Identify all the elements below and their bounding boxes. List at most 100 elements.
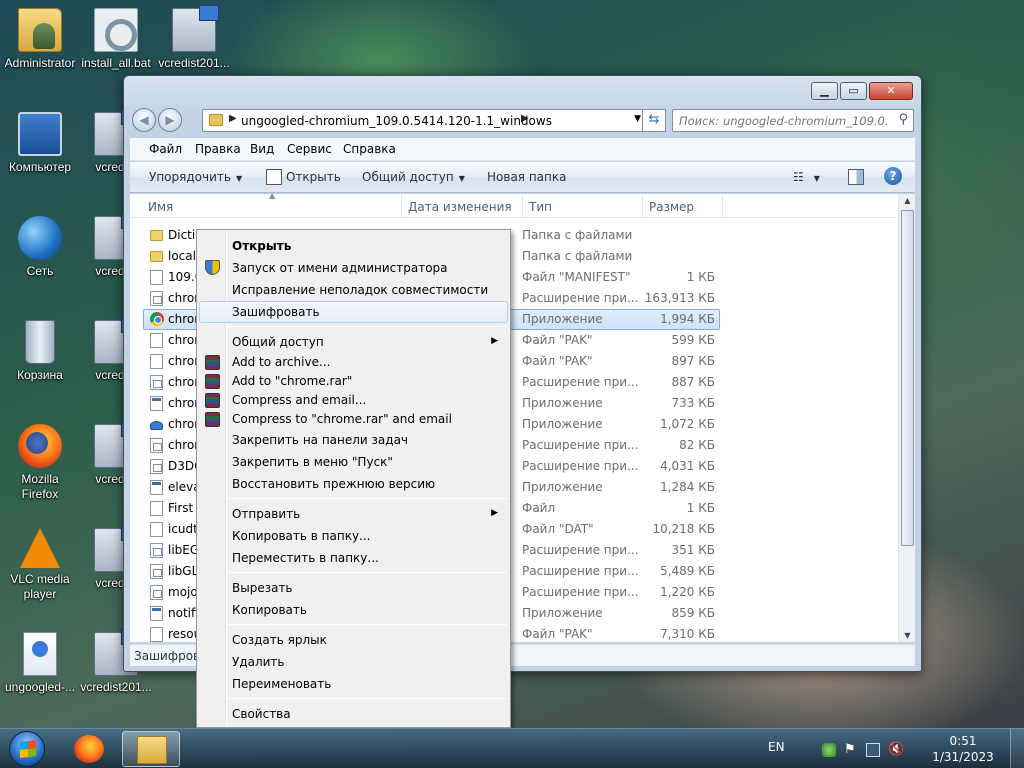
volume-muted-icon[interactable]: 🔇 xyxy=(888,743,904,757)
menu-bar: Файл Правка Вид Сервис Справка xyxy=(130,138,915,161)
file-type: Файл "MANIFEST" xyxy=(522,270,631,284)
context-menu-item[interactable]: Compress to "chrome.rar" and email xyxy=(199,410,508,429)
file-type: Приложение xyxy=(522,606,603,620)
file-size: 1 КБ xyxy=(686,501,715,515)
desktop-icon-vcredist[interactable]: vcredist201... xyxy=(154,5,234,71)
column-header-date[interactable]: Дата изменения xyxy=(408,200,512,214)
share-label: Общий доступ xyxy=(362,170,454,184)
taskbar-explorer[interactable] xyxy=(122,731,180,767)
maximize-button[interactable]: ▭ xyxy=(840,82,867,100)
desktop-icon-administrator[interactable]: Administrator xyxy=(0,8,80,71)
organize-button[interactable]: Упорядочить ▼ xyxy=(149,170,242,184)
winrar-icon xyxy=(205,374,220,389)
context-menu-item[interactable]: Отправить ▶ xyxy=(199,503,508,525)
column-header-type[interactable]: Тип xyxy=(529,200,552,214)
maximize-icon: ▭ xyxy=(848,84,859,97)
desktop-icon-label: Корзина xyxy=(17,368,63,382)
help-icon[interactable]: ? xyxy=(884,167,902,185)
open-button[interactable]: Открыть xyxy=(286,170,341,184)
scrollbar-thumb[interactable] xyxy=(901,210,914,546)
desktop-icon-install-all[interactable]: install_all.bat xyxy=(76,8,156,71)
context-menu-item[interactable]: Зашифровать xyxy=(199,301,508,323)
scroll-down-icon[interactable]: ▼ xyxy=(899,631,916,640)
context-menu-item[interactable]: Свойства xyxy=(199,703,508,725)
context-menu-item[interactable]: Закрепить на панели задач xyxy=(199,429,508,451)
share-button[interactable]: Общий доступ ▼ xyxy=(362,170,465,184)
context-menu-item[interactable]: Восстановить прежнюю версию xyxy=(199,473,508,495)
breadcrumb-separator-icon[interactable]: ▶ xyxy=(521,113,529,124)
context-menu-item[interactable]: Копировать xyxy=(199,599,508,621)
close-button[interactable]: ✕ xyxy=(869,82,913,100)
menu-edit[interactable]: Правка xyxy=(195,142,241,156)
desktop-icon-network[interactable]: Сеть xyxy=(0,216,80,279)
context-menu-item[interactable]: Переместить в папку... xyxy=(199,547,508,569)
back-button[interactable]: ◀ xyxy=(132,108,156,132)
context-menu-item[interactable]: Копировать в папку... xyxy=(199,525,508,547)
menu-help[interactable]: Справка xyxy=(343,142,396,156)
view-options-button[interactable]: ☷ ▼ xyxy=(793,170,820,184)
desktop-icon-computer[interactable]: Компьютер xyxy=(0,112,80,175)
winrar-icon xyxy=(205,412,220,427)
view-list-icon: ☷ xyxy=(793,170,804,184)
show-desktop-button[interactable] xyxy=(1010,729,1024,768)
minimize-button[interactable]: ▁ xyxy=(811,82,838,100)
desktop-icon-recycle-bin[interactable]: Корзина xyxy=(0,320,80,383)
desktop-icon-label: install_all.bat xyxy=(81,56,151,70)
context-menu-item[interactable]: Удалить xyxy=(199,651,508,673)
context-menu-item[interactable]: Создать ярлык xyxy=(199,629,508,651)
new-folder-button[interactable]: Новая папка xyxy=(487,170,566,184)
context-menu-item[interactable]: Открыть xyxy=(199,235,508,257)
desktop-icon-firefox[interactable]: Mozilla Firefox xyxy=(0,424,80,502)
clock-date: 1/31/2023 xyxy=(932,750,994,764)
address-dropdown-icon[interactable]: ▼ xyxy=(634,114,641,124)
context-menu-item-label: Восстановить прежнюю версию xyxy=(232,477,436,491)
explorer-folder-icon xyxy=(137,736,167,764)
column-header-size[interactable]: Размер xyxy=(649,200,694,214)
desktop-icon-label: vcredist201... xyxy=(80,680,152,694)
context-menu-item[interactable]: Add to archive... xyxy=(199,353,508,372)
column-header-name[interactable]: Имя xyxy=(148,200,173,214)
firefox-icon xyxy=(74,735,104,763)
network-tray-icon[interactable] xyxy=(866,743,880,757)
menu-file[interactable]: Файл xyxy=(149,142,182,156)
start-button[interactable] xyxy=(5,729,49,768)
winrar-icon xyxy=(205,393,220,408)
context-menu-item-label: Копировать xyxy=(232,603,307,617)
context-menu-item[interactable]: Закрепить в меню "Пуск" xyxy=(199,451,508,473)
context-menu-item-label: Закрепить в меню "Пуск" xyxy=(232,455,393,469)
file-name: mojo xyxy=(168,585,198,599)
preview-pane-icon[interactable] xyxy=(848,169,864,185)
flag-icon[interactable]: ⚑ xyxy=(844,743,858,757)
context-menu-item[interactable]: Исправление неполадок совместимости xyxy=(199,279,508,301)
context-menu-item[interactable]: Переименовать xyxy=(199,673,508,695)
context-menu-item[interactable]: Вырезать xyxy=(199,577,508,599)
user-folder-icon xyxy=(18,8,62,52)
desktop-icon-ungoogled[interactable]: ungoogled-... xyxy=(0,632,80,695)
context-menu-item[interactable]: Запуск от имени администратора xyxy=(199,257,508,279)
refresh-button[interactable]: ⇆ xyxy=(642,109,666,132)
taskbar-firefox[interactable] xyxy=(60,731,118,767)
close-icon: ✕ xyxy=(886,84,896,97)
file-name: libGL xyxy=(168,564,199,578)
vertical-scrollbar[interactable]: ▲ ▼ xyxy=(898,194,915,642)
file-icon xyxy=(150,354,163,369)
context-menu-item[interactable]: Compress and email... xyxy=(199,391,508,410)
context-menu-item-label: Исправление неполадок совместимости xyxy=(232,283,489,297)
computer-icon xyxy=(18,112,62,156)
action-center-icon[interactable] xyxy=(822,743,836,757)
context-menu-item[interactable]: Add to "chrome.rar" xyxy=(199,372,508,391)
search-icon[interactable]: ⚲ xyxy=(898,112,908,127)
address-bar[interactable]: ▶ ungoogled-chromium_109.0.5414.120-1.1_… xyxy=(202,109,648,132)
clock[interactable]: 0:51 1/31/2023 xyxy=(928,733,998,765)
desktop-icon-vlc[interactable]: VLC media player xyxy=(0,528,80,602)
context-menu-item[interactable]: Общий доступ ▶ xyxy=(199,331,508,353)
menu-view[interactable]: Вид xyxy=(250,142,274,156)
forward-button[interactable]: ▶ xyxy=(158,108,182,132)
scroll-up-icon[interactable]: ▲ xyxy=(899,196,916,205)
file-icon xyxy=(150,522,163,537)
document-icon xyxy=(23,632,57,676)
search-input[interactable] xyxy=(679,111,889,131)
language-indicator[interactable]: EN xyxy=(768,740,785,754)
menu-tools[interactable]: Сервис xyxy=(287,142,332,156)
file-size: 887 КБ xyxy=(671,375,715,389)
